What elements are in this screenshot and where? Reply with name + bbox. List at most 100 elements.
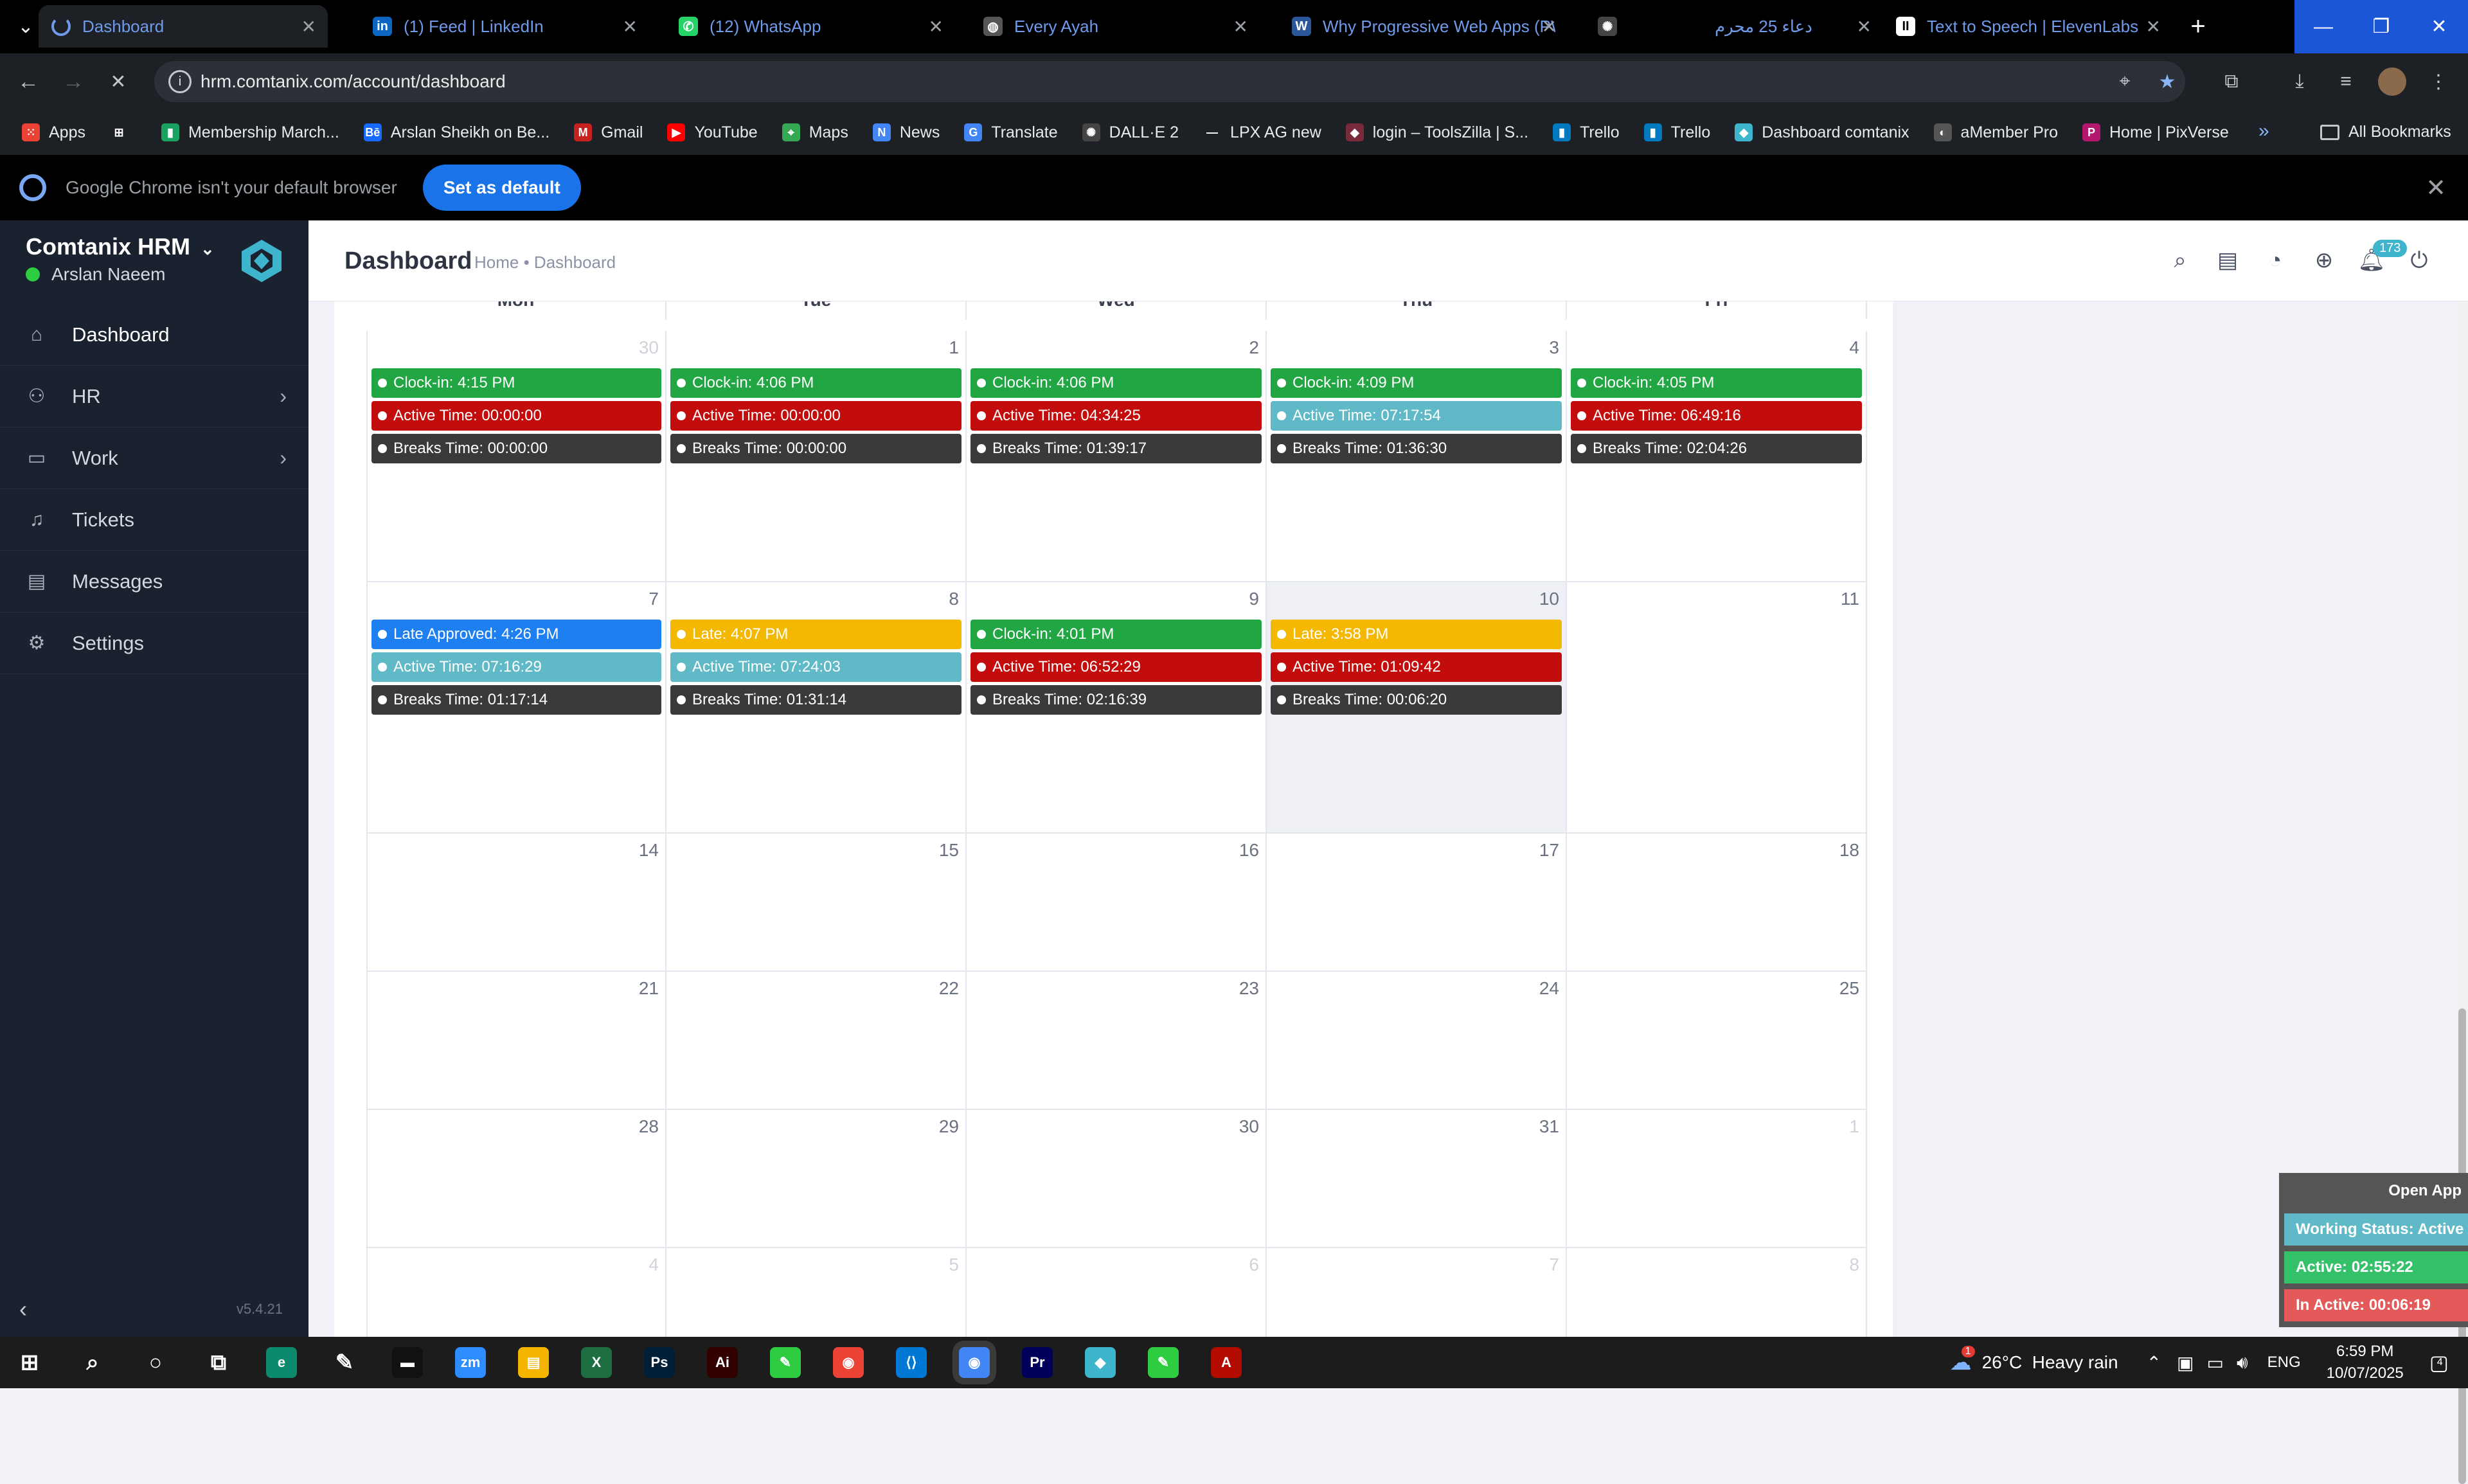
edge-icon[interactable]: e <box>266 1347 297 1378</box>
sidebar-item-messages[interactable]: ▤ Messages <box>0 551 308 612</box>
sidebar-item-dashboard[interactable]: ⌂ Dashboard <box>0 304 308 366</box>
open-app-button[interactable]: Open App <box>2382 1179 2468 1202</box>
app-green-icon[interactable]: ✎ <box>770 1347 801 1378</box>
calendar-day-cell[interactable]: 15 <box>666 834 967 972</box>
calendar-day-cell[interactable]: 11 <box>1567 582 1867 834</box>
clock-icon[interactable]: ◔ <box>2261 246 2289 274</box>
calendar-day-cell[interactable]: 31 <box>1267 1110 1567 1248</box>
calendar-day-cell[interactable]: 7 <box>1267 1248 1567 1337</box>
stop-loading-button[interactable]: ✕ <box>103 66 134 97</box>
illustrator-icon[interactable]: Ai <box>707 1347 738 1378</box>
attendance-event[interactable]: Clock-in: 4:01 PM <box>970 620 1262 649</box>
calendar-day-cell[interactable]: 8 <box>1567 1248 1867 1337</box>
bookmark-item[interactable]: ⁙ Apps <box>22 123 85 142</box>
attendance-event[interactable]: Breaks Time: 00:00:00 <box>371 434 661 463</box>
close-tab-icon[interactable]: ✕ <box>2146 16 2161 37</box>
tray-overflow-icon[interactable]: ⌃ <box>2147 1352 2161 1373</box>
bookmark-item[interactable]: ▮ Trello <box>1643 123 1710 142</box>
chat-icon[interactable]: ▤ <box>2213 246 2242 274</box>
attendance-event[interactable]: Breaks Time: 02:16:39 <box>970 685 1262 715</box>
calendar-day-cell[interactable]: 23 <box>967 972 1267 1110</box>
new-tab-button[interactable]: + <box>2172 0 2224 53</box>
attendance-event[interactable]: Clock-in: 4:15 PM <box>371 368 661 398</box>
close-tab-icon[interactable]: ✕ <box>1542 16 1557 37</box>
sidebar-item-tickets[interactable]: ♫ Tickets <box>0 489 308 551</box>
photoshop-icon[interactable]: Ps <box>644 1347 675 1378</box>
close-window-button[interactable]: ✕ <box>2410 0 2468 53</box>
calendar-day-cell[interactable]: 30 Clock-in: 4:15 PM Active Time: 00:00:00… <box>366 331 666 582</box>
attendance-event[interactable]: Clock-in: 4:06 PM <box>970 368 1262 398</box>
bookmark-item[interactable]: M Gmail <box>574 123 643 142</box>
zoom-icon[interactable]: zm <box>455 1347 486 1378</box>
restore-button[interactable]: ❐ <box>2352 0 2410 53</box>
calendar-day-cell[interactable]: 8 Late: 4:07 PM Active Time: 07:24:03 Break… <box>666 582 967 834</box>
browser-tab[interactable]: دعاء 25 محرم ✕ <box>1671 5 1883 48</box>
bookmark-item[interactable]: P Home | PixVerse <box>2082 123 2229 142</box>
set-as-default-button[interactable]: Set as default <box>422 165 581 211</box>
close-tab-icon[interactable]: ✕ <box>623 16 638 37</box>
bookmark-item[interactable]: N News <box>872 123 940 142</box>
bookmark-item[interactable]: — LPX AG new <box>1203 123 1321 142</box>
bookmark-item[interactable]: G Translate <box>964 123 1058 142</box>
sidebar-item-hr[interactable]: ⚇ HR › <box>0 366 308 427</box>
attendance-event[interactable]: Breaks Time: 01:17:14 <box>371 685 661 715</box>
calendar-day-cell[interactable]: 7 Late Approved: 4:26 PM Active Time: 07:1… <box>366 582 666 834</box>
browser-tab[interactable]: ◍ Every Ayah ✕ <box>970 5 1260 48</box>
volume-icon[interactable]: 🔊︎ <box>2237 1352 2248 1373</box>
power-icon[interactable]: ⏻ <box>2405 246 2433 274</box>
calendar-day-cell[interactable]: 24 <box>1267 972 1567 1110</box>
calendar-day-cell[interactable]: 5 <box>666 1248 967 1337</box>
bookmark-item[interactable]: ✺ DALL·E 2 <box>1082 123 1179 142</box>
pen-icon[interactable]: ✎ <box>329 1347 360 1378</box>
breadcrumb-home[interactable]: Home <box>474 253 519 272</box>
calendar-day-cell[interactable]: 4 <box>366 1248 666 1337</box>
camera-icon[interactable]: ▣ <box>2177 1352 2194 1373</box>
app-green2-icon[interactable]: ✎ <box>1148 1347 1179 1378</box>
attendance-event[interactable]: Active Time: 07:16:29 <box>371 652 661 682</box>
search-icon[interactable]: ⌕ <box>77 1347 108 1378</box>
bookmark-item[interactable]: ⊞ <box>109 123 137 141</box>
file-explorer-icon[interactable]: ▤ <box>518 1347 549 1378</box>
attendance-event[interactable]: Active Time: 00:00:00 <box>670 401 961 431</box>
browser-tab[interactable]: II Text to Speech | ElevenLabs ✕ <box>1883 5 2172 48</box>
back-button[interactable]: ← <box>13 66 44 97</box>
chrome-profile-icon[interactable]: ◉ <box>959 1347 990 1378</box>
bookmarks-overflow-icon[interactable]: » <box>2258 120 2269 142</box>
attendance-event[interactable]: Active Time: 04:34:25 <box>970 401 1262 431</box>
attendance-event[interactable]: Late: 3:58 PM <box>1271 620 1562 649</box>
weather-icon[interactable]: ☁ 1 <box>1950 1346 1975 1375</box>
notification-center-icon[interactable]: ▢ 4 <box>2429 1350 2449 1375</box>
search-icon[interactable]: ⌕ <box>2166 246 2194 274</box>
sidebar-item-work[interactable]: ▭ Work › <box>0 427 308 489</box>
calendar-day-cell[interactable]: 29 <box>666 1110 967 1248</box>
clock[interactable]: 6:59 PM 10/07/2025 <box>2327 1341 2404 1384</box>
calendar-day-cell[interactable]: 14 <box>366 834 666 972</box>
calendar-day-cell[interactable]: 3 Clock-in: 4:09 PM Active Time: 07:17:54 B… <box>1267 331 1567 582</box>
attendance-event[interactable]: Breaks Time: 01:36:30 <box>1271 434 1562 463</box>
calendar-day-cell[interactable]: 18 <box>1567 834 1867 972</box>
calendar-day-cell[interactable]: 2 Clock-in: 4:06 PM Active Time: 04:34:25 B… <box>967 331 1267 582</box>
calendar-day-cell[interactable]: 6 <box>967 1248 1267 1337</box>
close-infobar-icon[interactable]: ✕ <box>2426 174 2446 202</box>
browser-tab[interactable]: ✆ (12) WhatsApp ✕ <box>666 5 955 48</box>
calendar-day-cell[interactable]: 30 <box>967 1110 1267 1248</box>
weather-text[interactable]: 26°C Heavy rain <box>1982 1352 2118 1373</box>
calendar-day-cell[interactable]: 21 <box>366 972 666 1110</box>
cortana-icon[interactable]: ○ <box>140 1347 171 1378</box>
terminal-icon[interactable]: ▬ <box>392 1347 423 1378</box>
premiere-icon[interactable]: Pr <box>1022 1347 1053 1378</box>
attendance-event[interactable]: Clock-in: 4:06 PM <box>670 368 961 398</box>
address-bar[interactable]: i hrm.comtanix.com/account/dashboard <box>154 61 2185 102</box>
collapse-sidebar-icon[interactable]: ‹ <box>19 1296 27 1323</box>
close-tab-icon[interactable]: ✕ <box>1233 16 1248 37</box>
profile-avatar[interactable] <box>2378 67 2406 96</box>
site-info-icon[interactable]: i <box>168 70 192 93</box>
forward-button[interactable]: → <box>58 66 89 97</box>
calendar-day-cell[interactable]: 10 Late: 3:58 PM Active Time: 01:09:42 Brea… <box>1267 582 1567 834</box>
task-view-icon[interactable]: ⧉ <box>203 1347 234 1378</box>
bookmark-item[interactable]: ◆ Dashboard comtanix <box>1735 123 1909 142</box>
attendance-event[interactable]: Active Time: 07:17:54 <box>1271 401 1562 431</box>
attendance-event[interactable]: Active Time: 00:00:00 <box>371 401 661 431</box>
chrome-menu-icon[interactable]: ⋮ <box>2424 67 2453 96</box>
calendar-day-cell[interactable]: 22 <box>666 972 967 1110</box>
